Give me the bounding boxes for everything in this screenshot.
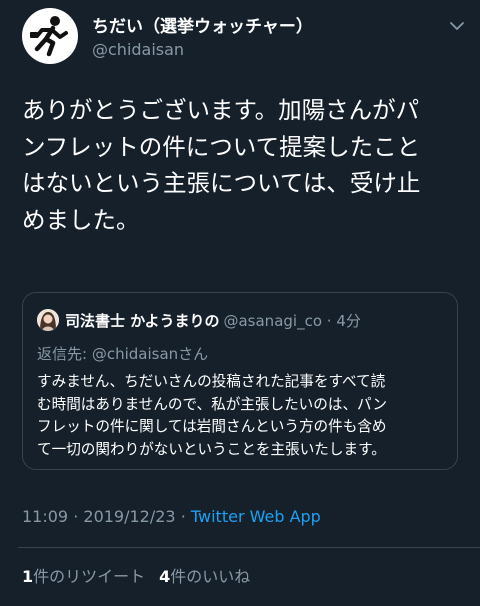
likes-stat[interactable]: 4件のいいね <box>159 567 250 586</box>
retweets-stat[interactable]: 1件のリツイート <box>22 567 145 586</box>
like-count: 4 <box>159 567 171 586</box>
author-avatar[interactable] <box>22 8 78 64</box>
quoted-text-line: フレットの件に関しては岩間さんという方の件も含め <box>37 418 387 435</box>
person-photo-icon <box>37 309 59 331</box>
quoted-text-line: すみません、ちだいさんの投稿された記事をすべて読 <box>37 373 386 390</box>
quoted-tweet-time: 4分 <box>336 312 361 330</box>
author-handle[interactable]: @chidaisan <box>92 40 184 59</box>
tweet-text: ありがとうございます。加陽さんがパ ンフレットの件について提案したこと はないと… <box>22 92 462 238</box>
tweet-text-line: はないという主張については、受け止 <box>22 169 421 197</box>
retweet-count: 1 <box>22 567 34 586</box>
quoted-text-line: む時間はありませんので、私が主張したいのは、パン <box>37 395 387 413</box>
tweet-stats: 1件のリツイート 4件のいいね <box>22 563 250 587</box>
chevron-down-icon[interactable] <box>448 20 466 32</box>
quoted-author-handle: @asanagi_co <box>223 312 322 330</box>
running-figure-icon <box>30 16 68 57</box>
tweet-text-line: めました。 <box>22 205 140 234</box>
quoted-author-avatar <box>37 309 59 331</box>
tweet-header: ちだい（選挙ウォッチャー） @chidaisan <box>18 8 466 68</box>
retweet-label: 件のリツイート <box>33 567 146 586</box>
divider <box>18 547 480 548</box>
separator-dot: · <box>180 507 186 526</box>
separator-dot: · <box>326 312 332 330</box>
tweet-text-line: ンフレットの件について提案したこと <box>22 132 421 161</box>
source-app-link[interactable]: Twitter Web App <box>191 507 321 526</box>
quoted-text-line: て一切の関わりがないということを主張いたします。 <box>37 440 386 458</box>
separator-dot: · <box>73 507 79 526</box>
tweet-date[interactable]: 2019/12/23 <box>83 507 175 526</box>
quoted-author-name: 司法書士 かようまりの <box>65 312 220 330</box>
tweet-time[interactable]: 11:09 <box>22 507 68 526</box>
quoted-tweet-header: 司法書士 かようまりの @asanagi_co · 4分 <box>65 310 361 331</box>
tweet-meta: 11:09 · 2019/12/23 · Twitter Web App <box>22 507 321 526</box>
author-display-name[interactable]: ちだい（選挙ウォッチャー） <box>92 12 313 37</box>
reply-handle-link: @chidaisan <box>91 345 179 363</box>
quoted-tweet-text: すみません、ちだいさんの投稿された記事をすべて読 む時間はありませんので、私が主… <box>37 371 447 461</box>
quoted-tweet-card[interactable]: 司法書士 かようまりの @asanagi_co · 4分 返信先: @chidai… <box>22 292 458 470</box>
reply-suffix: さん <box>178 345 209 363</box>
like-label: 件のいいね <box>170 567 251 586</box>
tweet-text-line: ありがとうございます。加陽さんがパ <box>22 96 420 124</box>
reply-to-line: 返信先: @chidaisanさん <box>37 343 208 364</box>
reply-prefix: 返信先: <box>37 345 92 363</box>
